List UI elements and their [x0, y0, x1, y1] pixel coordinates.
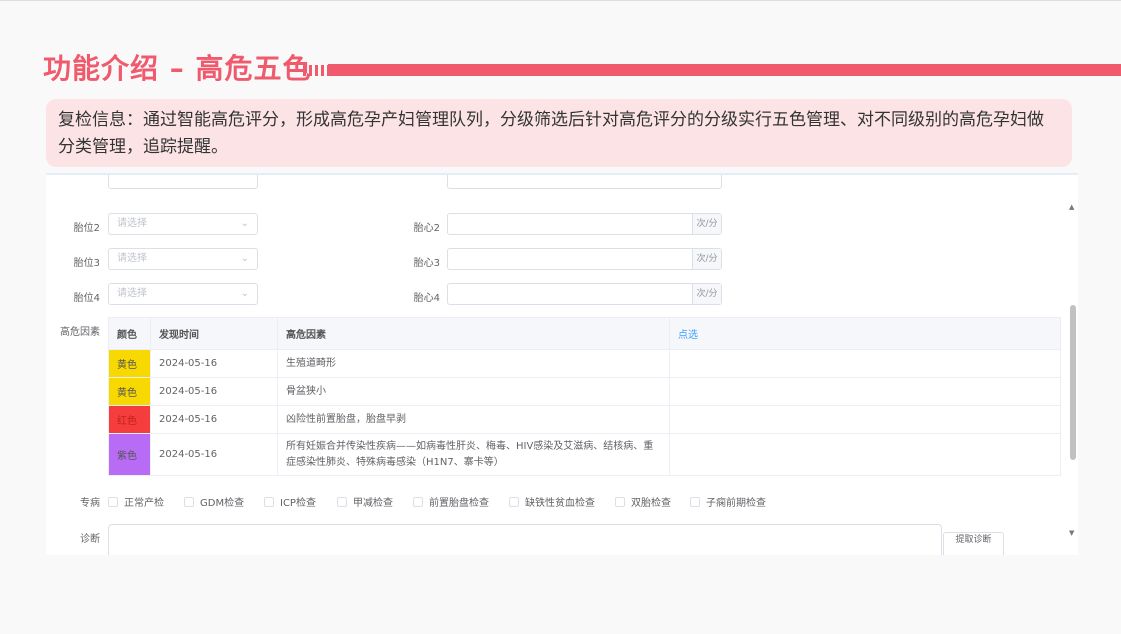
checkbox-label: 子痫前期检查 — [706, 498, 766, 509]
fetal-heart-label: 胎心2 — [413, 223, 440, 234]
fetal-position-select[interactable]: 请选择 ⌄ — [108, 213, 258, 235]
checkbox-icon[interactable] — [690, 496, 700, 507]
special-checkbox[interactable]: ICP检查 — [264, 494, 316, 509]
risk-label: 高危因素 — [60, 327, 100, 338]
checkbox-label: ICP检查 — [280, 498, 316, 509]
chevron-down-icon: ⌄ — [240, 253, 249, 264]
date-cell: 2024-05-16 — [150, 377, 278, 406]
scroll-down-icon[interactable]: ▼ — [1069, 529, 1074, 537]
factor-cell: 骨盆狭小 — [277, 377, 670, 406]
checkbox-icon[interactable] — [264, 496, 274, 507]
checkbox-label: GDM检查 — [200, 498, 245, 509]
screenshot-panel: 胎位2 请选择 ⌄ 胎心2 次/分 胎位3 请选择 ⌄ 胎心3 次/分 胎位4 请选择 ⌄… — [46, 173, 1078, 555]
fetal-heart-label: 胎心3 — [413, 258, 440, 269]
date-cell: 2024-05-16 — [150, 433, 278, 476]
extract-diagnosis-button[interactable]: 提取诊断 — [943, 532, 1004, 555]
action-cell — [669, 377, 1061, 406]
action-cell — [669, 433, 1061, 476]
color-badge: 紫色 — [108, 433, 151, 476]
select-cut[interactable] — [108, 175, 258, 189]
checkbox-label: 前置胎盘检查 — [429, 498, 489, 509]
checkbox-icon[interactable] — [337, 496, 347, 507]
checkbox-icon[interactable] — [413, 496, 423, 507]
pick-link[interactable]: 点选 — [669, 317, 1061, 350]
fetal-position-select[interactable]: 请选择 ⌄ — [108, 283, 258, 305]
select-placeholder: 请选择 — [117, 218, 147, 229]
date-cell: 2024-05-16 — [150, 349, 278, 378]
special-checkbox[interactable]: 正常产检 — [108, 494, 164, 509]
table-row: 黄色 2024-05-16 生殖道畸形 — [108, 349, 1061, 378]
color-badge: 黄色 — [108, 349, 151, 378]
fetal-heart-input[interactable]: 次/分 — [447, 248, 722, 270]
input-cut[interactable] — [447, 175, 722, 189]
fetal-position-label: 胎位4 — [73, 293, 100, 304]
diagnosis-textarea[interactable] — [108, 524, 942, 555]
table-row: 黄色 2024-05-16 骨盆狭小 — [108, 377, 1061, 406]
fetal-position-label: 胎位3 — [73, 258, 100, 269]
col-factor: 高危因素 — [277, 317, 670, 350]
special-checkbox[interactable]: 甲减检查 — [337, 494, 393, 509]
table-row: 红色 2024-05-16 凶险性前置胎盘，胎盘早剥 — [108, 405, 1061, 434]
special-checkbox[interactable]: GDM检查 — [184, 494, 244, 509]
date-cell: 2024-05-16 — [150, 405, 278, 434]
risk-table: 颜色 发现时间 高危因素 点选 黄色 2024-05-16 生殖道畸形 黄色 2… — [108, 317, 1061, 476]
fetal-heart-label: 胎心4 — [413, 293, 440, 304]
col-color: 颜色 — [108, 317, 151, 350]
special-checkbox[interactable]: 缺铁性贫血检查 — [509, 494, 595, 509]
chevron-down-icon: ⌄ — [240, 288, 249, 299]
fetal-position-select[interactable]: 请选择 ⌄ — [108, 248, 258, 270]
special-checkbox[interactable]: 双胎检查 — [615, 494, 671, 509]
checkbox-icon[interactable] — [509, 496, 519, 507]
fetal-heart-input[interactable]: 次/分 — [447, 213, 722, 235]
action-cell — [669, 349, 1061, 378]
col-date: 发现时间 — [150, 317, 278, 350]
scroll-up-icon[interactable]: ▲ — [1069, 203, 1074, 211]
title-decoration — [303, 65, 330, 76]
table-row: 紫色 2024-05-16 所有妊娠合并传染性疾病——如病毒性肝炎、梅毒、HIV… — [108, 433, 1061, 476]
special-checkbox[interactable]: 子痫前期检查 — [690, 494, 766, 509]
checkbox-icon[interactable] — [615, 496, 625, 507]
title-bar — [328, 64, 1121, 76]
checkbox-label: 双胎检查 — [631, 498, 671, 509]
color-badge: 黄色 — [108, 377, 151, 406]
info-box: 复检信息：通过智能高危评分，形成高危孕产妇管理队列，分级筛选后针对高危评分的分级… — [46, 99, 1072, 167]
factor-cell: 所有妊娠合并传染性疾病——如病毒性肝炎、梅毒、HIV感染及艾滋病、结核病、重症感… — [277, 433, 670, 476]
scrollbar[interactable] — [1070, 305, 1076, 460]
action-cell — [669, 405, 1061, 434]
diagnosis-label: 诊断 — [80, 534, 100, 545]
chevron-down-icon: ⌄ — [240, 218, 249, 229]
unit-suffix: 次/分 — [692, 249, 721, 269]
select-placeholder: 请选择 — [117, 288, 147, 299]
special-label: 专病 — [80, 498, 100, 509]
fetal-position-label: 胎位2 — [73, 223, 100, 234]
unit-suffix: 次/分 — [692, 214, 721, 234]
special-checkbox[interactable]: 前置胎盘检查 — [413, 494, 489, 509]
checkbox-label: 缺铁性贫血检查 — [525, 498, 595, 509]
select-placeholder: 请选择 — [117, 253, 147, 264]
color-badge: 红色 — [108, 405, 151, 434]
fetal-heart-input[interactable]: 次/分 — [447, 283, 722, 305]
checkbox-label: 正常产检 — [124, 498, 164, 509]
checkbox-icon[interactable] — [108, 496, 118, 507]
checkbox-icon[interactable] — [184, 496, 194, 507]
factor-cell: 凶险性前置胎盘，胎盘早剥 — [277, 405, 670, 434]
factor-cell: 生殖道畸形 — [277, 349, 670, 378]
checkbox-label: 甲减检查 — [353, 498, 393, 509]
unit-suffix: 次/分 — [692, 284, 721, 304]
page-title: 功能介绍 – 高危五色 — [43, 52, 312, 85]
